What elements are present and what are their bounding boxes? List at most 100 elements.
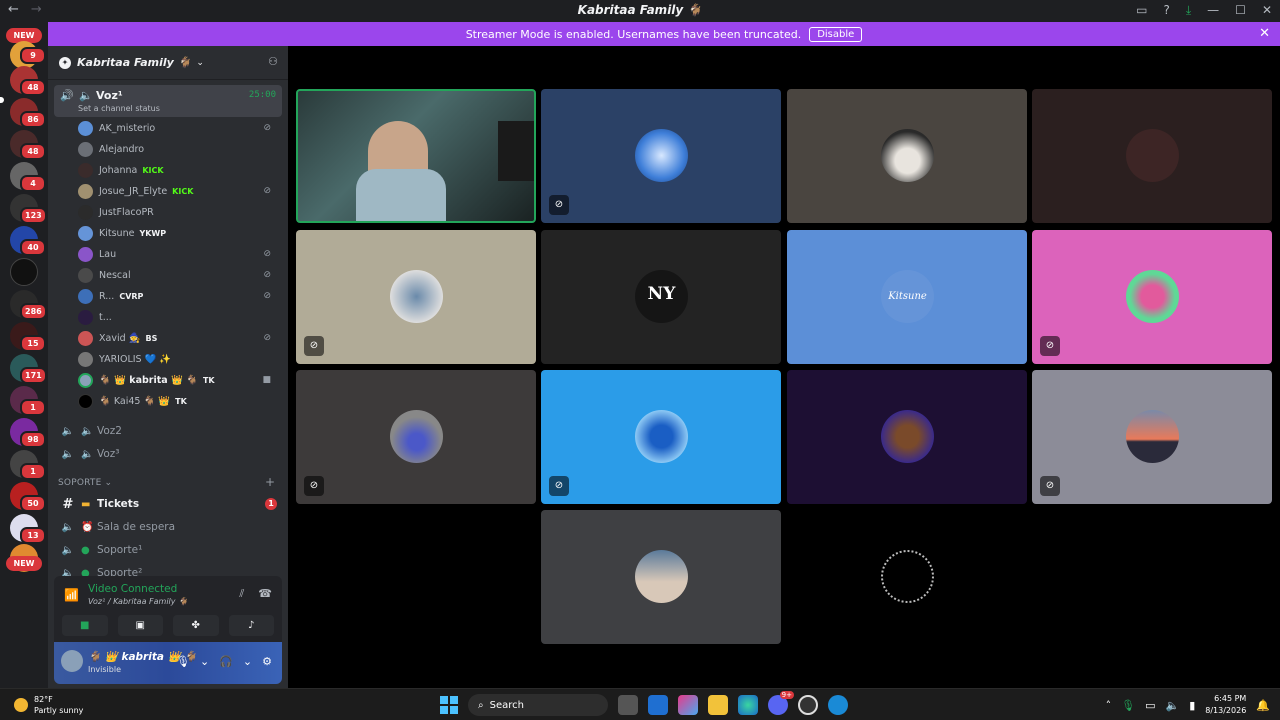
guild-header[interactable]: ✦ Kabritaa Family 🐐 ⌄ ⚇ <box>48 46 288 80</box>
discord-icon[interactable]: 9+ <box>768 691 794 715</box>
voice-member-self[interactable]: 🐐 👑 kabrita 👑 🐐 TK ■ <box>78 370 283 390</box>
voice-channel-sala[interactable]: 🔈 ⏰ Sala de espera <box>54 516 282 538</box>
video-tile[interactable]: ⊘ <box>1032 230 1272 364</box>
video-tile[interactable]: NY <box>541 230 781 364</box>
text-channel-tickets[interactable]: # ▬ Tickets 1 <box>54 493 282 515</box>
camera-button[interactable]: ■ <box>62 615 108 636</box>
voice-member[interactable]: R... CVRP ⊘ <box>78 286 283 306</box>
voice-member[interactable]: AK_misterio ⊘ <box>78 118 283 138</box>
server-icon[interactable] <box>10 258 38 286</box>
taskbar-search[interactable]: ⌕ Search <box>468 694 608 716</box>
video-tile[interactable]: Kitsune <box>787 230 1027 364</box>
chevron-down-icon[interactable]: ⌄ <box>243 655 252 668</box>
video-tile[interactable]: ⊘ <box>541 370 781 504</box>
participant-avatar <box>635 129 688 182</box>
voice-member[interactable]: JustFlacoPR <box>78 202 283 222</box>
help-icon[interactable]: ? <box>1163 3 1169 18</box>
network-icon[interactable]: ▭ <box>1145 699 1155 712</box>
voice-member[interactable]: Lau ⊘ <box>78 244 283 264</box>
disable-streamer-button[interactable]: Disable <box>809 26 863 42</box>
disconnect-icon[interactable]: ☎ <box>258 587 272 601</box>
chrome-icon[interactable] <box>798 695 818 715</box>
category-soporte[interactable]: SOPORTE ⌄ + <box>58 475 275 489</box>
channel-list: 🔊 🔈 Voz¹ 25:00 Set a channel status AK_m… <box>48 80 288 576</box>
microphone-icon[interactable]: 🎙 <box>176 655 190 668</box>
voice-member[interactable]: Nescal ⊘ <box>78 265 283 285</box>
voice-channel-soporte2[interactable]: 🔈 ● Soporte² <box>54 562 282 576</box>
weather-widget[interactable]: 82°F Partly sunny <box>14 694 83 716</box>
avatar <box>78 141 93 157</box>
invite-people-icon[interactable]: ⚇ <box>268 55 278 68</box>
video-tile[interactable] <box>1032 89 1272 223</box>
voice-member[interactable]: t... <box>78 307 283 327</box>
voice-member[interactable]: Johanna KICK <box>78 160 283 180</box>
file-explorer-icon[interactable] <box>708 695 728 715</box>
minimize-icon[interactable]: — <box>1207 3 1219 18</box>
video-tile[interactable] <box>541 510 781 644</box>
voice-channel-active[interactable]: 🔊 🔈 Voz¹ 25:00 Set a channel status <box>54 85 282 117</box>
kick-tag: KICK <box>172 186 194 196</box>
voice-member[interactable]: Alejandro <box>78 139 283 159</box>
video-tile[interactable]: ⊘ <box>296 230 536 364</box>
voice-channel-voz2[interactable]: 🔈 🔈 Voz2 <box>54 420 282 442</box>
deafened-icon: ⊘ <box>1040 336 1060 356</box>
voice-member[interactable]: Kitsune YKWP <box>78 223 283 243</box>
inbox-icon[interactable]: ▭ <box>1136 3 1147 18</box>
voice-channel-voz3[interactable]: 🔈 🔈 Voz³ <box>54 443 282 465</box>
task-view-icon[interactable] <box>618 695 638 715</box>
member-name: Alejandro <box>99 143 145 155</box>
microphone-icon[interactable]: 🎙 <box>1121 699 1135 712</box>
user-controls: 🎙 ⌄ 🎧 ⌄ ⚙ <box>176 655 272 668</box>
video-tile[interactable]: ⊘ <box>1032 370 1272 504</box>
chevron-down-icon[interactable]: ⌄ <box>200 655 209 668</box>
windows-start-icon[interactable] <box>440 696 458 714</box>
soundboard-button[interactable]: ♪ <box>228 615 274 636</box>
video-tile[interactable] <box>787 370 1027 504</box>
signal-icon[interactable]: 📶 <box>64 588 79 602</box>
clan-tag: TK <box>202 375 215 385</box>
user-avatar[interactable] <box>61 650 83 672</box>
close-window-icon[interactable]: ✕ <box>1262 3 1272 18</box>
avatar <box>78 288 93 304</box>
edge-icon[interactable] <box>738 695 758 715</box>
voice-channel-soporte1[interactable]: 🔈 ● Soporte¹ <box>54 539 282 561</box>
voice-status-subtitle[interactable]: Voz¹ / Kabritaa Family 🐐 <box>88 597 188 606</box>
channel-speaker-icon: 🔈 <box>81 425 94 437</box>
server-badge: 4 <box>20 175 46 192</box>
video-tile[interactable]: ⊘ <box>541 89 781 223</box>
deafened-icon: ⊘ <box>549 476 569 496</box>
screen-share-button[interactable]: ▣ <box>117 615 163 636</box>
copilot-icon[interactable] <box>678 695 698 715</box>
channel-name: Voz2 <box>97 425 122 437</box>
voice-member[interactable]: 🐐 Kai45 🐐 👑 TK <box>78 391 283 411</box>
video-tile-live[interactable] <box>296 89 536 223</box>
server-badge: 98 <box>20 431 46 448</box>
video-tile[interactable] <box>787 510 1027 644</box>
outlook-icon[interactable] <box>648 695 668 715</box>
chevron-up-icon[interactable]: ˄ <box>1106 699 1112 712</box>
voice-member[interactable]: YARIOLIS 💙 ✨ <box>78 349 283 369</box>
add-channel-icon[interactable]: + <box>265 475 275 489</box>
clock[interactable]: 6:45 PM 8/13/2026 <box>1205 693 1246 717</box>
close-icon[interactable]: ✕ <box>1259 26 1270 41</box>
voice-member[interactable]: Xavid 🧙 BS ⊘ <box>78 328 283 348</box>
volume-icon[interactable]: 🔈 <box>1166 699 1180 712</box>
maximize-icon[interactable]: ☐ <box>1235 3 1246 18</box>
channel-status[interactable]: Set a channel status <box>78 104 160 113</box>
download-icon[interactable]: ⤓ <box>1186 3 1191 18</box>
activities-button[interactable]: ✤ <box>173 615 219 636</box>
voice-member[interactable]: Josue_JR_Elyte KICK ⊘ <box>78 181 283 201</box>
video-tile[interactable]: ⊘ <box>296 370 536 504</box>
member-name: Josue_JR_Elyte <box>99 185 168 197</box>
video-tile[interactable] <box>787 89 1027 223</box>
edge-browser-icon[interactable] <box>828 695 848 715</box>
server-rail: NEW 9 48 86 48 4 123 40 286 15 171 1 98 … <box>0 22 48 688</box>
battery-icon[interactable]: ▮ <box>1189 699 1195 712</box>
temperature: 82°F <box>34 695 53 704</box>
channel-name: Tickets <box>97 498 140 510</box>
new-mentions-pill-bottom[interactable]: NEW <box>6 556 42 571</box>
noise-suppression-icon[interactable]: ⫽ <box>239 587 244 601</box>
settings-gear-icon[interactable]: ⚙ <box>262 655 272 668</box>
notification-bell-icon[interactable]: 🔔 <box>1256 699 1270 712</box>
headphones-icon[interactable]: 🎧 <box>219 655 233 668</box>
